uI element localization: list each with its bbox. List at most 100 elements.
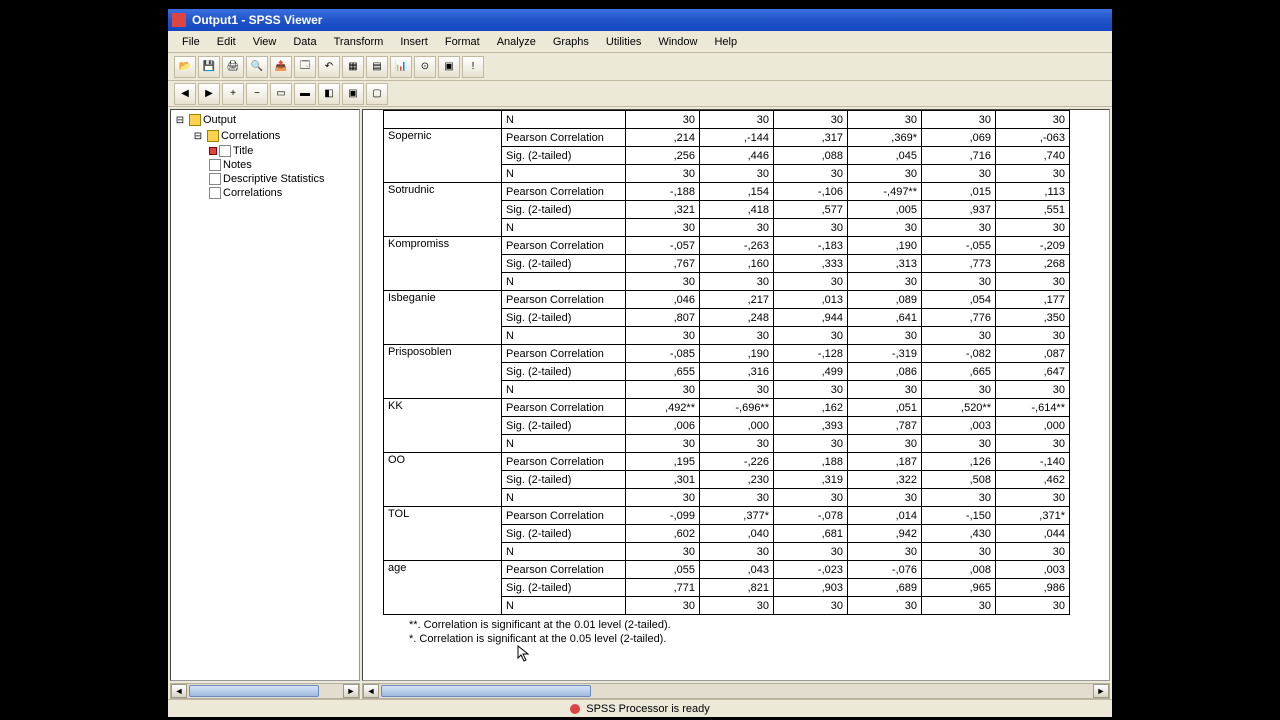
table-cell: -,183	[774, 237, 848, 255]
content-pane[interactable]: N303030303030SopernicPearson Correlation…	[362, 109, 1110, 681]
table-cell: ,773	[922, 255, 996, 273]
back-icon[interactable]: ◀	[174, 83, 196, 105]
table-cell: ,317	[774, 129, 848, 147]
scroll-thumb[interactable]	[381, 685, 591, 697]
correlations-table[interactable]: N303030303030SopernicPearson Correlation…	[383, 110, 1070, 615]
tree-correlations[interactable]: ⊟ Correlations	[191, 128, 357, 144]
tree-item-correlations[interactable]: Correlations	[209, 186, 357, 200]
collapse-icon[interactable]: ▬	[294, 83, 316, 105]
menu-insert[interactable]: Insert	[392, 34, 436, 50]
table-cell: ,040	[700, 525, 774, 543]
print-preview-icon[interactable]: 🔍	[246, 56, 268, 78]
table-row: OOPearson Correlation,195-,226,188,187,1…	[384, 453, 1070, 471]
table-cell: TOL	[384, 507, 502, 561]
menu-data[interactable]: Data	[285, 34, 324, 50]
menu-edit[interactable]: Edit	[209, 34, 244, 50]
table-cell: N	[502, 327, 626, 345]
designate-window-icon[interactable]: ▣	[438, 56, 460, 78]
promote-icon[interactable]: +	[222, 83, 244, 105]
whats-this-icon[interactable]: !	[462, 56, 484, 78]
tree-item-notes[interactable]: Notes	[209, 158, 357, 172]
scroll-left-icon[interactable]: ◄	[171, 684, 187, 698]
table-icon	[209, 187, 221, 199]
goto-data-icon[interactable]: ▦	[342, 56, 364, 78]
save-icon[interactable]: 💾	[198, 56, 220, 78]
table-cell: 30	[774, 327, 848, 345]
export-icon[interactable]: 📤	[270, 56, 292, 78]
table-cell: -,319	[848, 345, 922, 363]
open-icon[interactable]: 📂	[174, 56, 196, 78]
goto-case-icon[interactable]: ▤	[366, 56, 388, 78]
table-cell: -,188	[626, 183, 700, 201]
table-cell: 30	[700, 435, 774, 453]
table-cell: ,190	[848, 237, 922, 255]
tree-root[interactable]: ⊟ Output	[173, 112, 357, 128]
table-cell: 30	[922, 489, 996, 507]
menu-utilities[interactable]: Utilities	[598, 34, 649, 50]
scroll-track[interactable]	[187, 684, 343, 698]
table-cell: 30	[996, 111, 1070, 129]
table-cell: ,089	[848, 291, 922, 309]
expand-icon[interactable]: ▭	[270, 83, 292, 105]
table-cell: ,446	[700, 147, 774, 165]
table-cell: ,045	[848, 147, 922, 165]
table-cell: ,013	[774, 291, 848, 309]
tree-item-descriptives[interactable]: Descriptive Statistics	[209, 172, 357, 186]
dialog-recall-icon[interactable]: 🗔	[294, 56, 316, 78]
scroll-thumb[interactable]	[189, 685, 319, 697]
scroll-left-icon[interactable]: ◄	[363, 684, 379, 698]
menu-transform[interactable]: Transform	[326, 34, 392, 50]
table-cell: ,190	[700, 345, 774, 363]
menu-view[interactable]: View	[245, 34, 285, 50]
table-cell: ,217	[700, 291, 774, 309]
forward-icon[interactable]: ▶	[198, 83, 220, 105]
table-cell: -,055	[922, 237, 996, 255]
tree-label: Output	[203, 114, 236, 126]
status-text: SPSS Processor is ready	[586, 703, 710, 715]
menu-analyze[interactable]: Analyze	[489, 34, 544, 50]
scroll-track[interactable]	[379, 684, 1093, 698]
table-cell: 30	[922, 111, 996, 129]
table-cell: Pearson Correlation	[502, 345, 626, 363]
table-cell: -,140	[996, 453, 1070, 471]
insert-heading-icon[interactable]: ▣	[342, 83, 364, 105]
outline-hscroll[interactable]: ◄ ►	[170, 683, 360, 699]
insert-title-icon[interactable]: ▢	[366, 83, 388, 105]
menu-help[interactable]: Help	[706, 34, 745, 50]
menu-format[interactable]: Format	[437, 34, 488, 50]
table-cell: age	[384, 561, 502, 615]
variables-icon[interactable]: 📊	[390, 56, 412, 78]
table-cell: -,150	[922, 507, 996, 525]
table-cell: -,497**	[848, 183, 922, 201]
table-cell: 30	[700, 489, 774, 507]
minus-icon[interactable]: ⊟	[173, 113, 187, 127]
table-cell: 30	[774, 165, 848, 183]
content-hscroll[interactable]: ◄ ►	[362, 683, 1110, 699]
arrow-icon	[209, 147, 217, 155]
table-cell: 30	[996, 165, 1070, 183]
table-cell: -,082	[922, 345, 996, 363]
menu-window[interactable]: Window	[650, 34, 705, 50]
print-icon[interactable]: 🖨	[222, 56, 244, 78]
table-cell: 30	[996, 219, 1070, 237]
outline-pane[interactable]: ⊟ Output ⊟ Correlations Title	[170, 109, 360, 681]
table-cell: 30	[996, 381, 1070, 399]
undo-icon[interactable]: ↶	[318, 56, 340, 78]
table-cell: ,807	[626, 309, 700, 327]
titlebar[interactable]: Output1 - SPSS Viewer	[168, 9, 1112, 31]
scroll-right-icon[interactable]: ►	[343, 684, 359, 698]
table-cell: 30	[848, 435, 922, 453]
menu-graphs[interactable]: Graphs	[545, 34, 597, 50]
menu-file[interactable]: File	[174, 34, 208, 50]
show-hide-icon[interactable]: ◧	[318, 83, 340, 105]
table-cell: ,069	[922, 129, 996, 147]
table-cell: ,-063	[996, 129, 1070, 147]
select-last-icon[interactable]: ⊙	[414, 56, 436, 78]
minus-icon[interactable]: ⊟	[191, 129, 205, 143]
demote-icon[interactable]: −	[246, 83, 268, 105]
table-cell: -,023	[774, 561, 848, 579]
scroll-right-icon[interactable]: ►	[1093, 684, 1109, 698]
tree-label: Title	[233, 145, 253, 157]
table-cell: 30	[700, 597, 774, 615]
tree-item-title[interactable]: Title	[209, 144, 357, 158]
